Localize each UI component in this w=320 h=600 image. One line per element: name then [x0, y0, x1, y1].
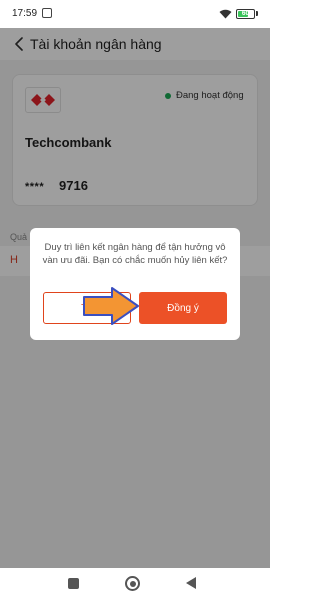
system-nav-bar	[0, 568, 270, 600]
dialog-message: Duy trì liên kết ngân hàng để tận hưởng …	[42, 242, 228, 266]
battery-cap	[256, 11, 258, 16]
pointer-arrow-icon	[83, 287, 139, 325]
notification-icon	[42, 8, 52, 18]
recent-apps-icon[interactable]	[68, 578, 79, 589]
status-time: 17:59	[12, 8, 38, 19]
back-triangle-icon[interactable]	[186, 577, 196, 589]
battery-level: 60	[241, 9, 250, 17]
home-icon[interactable]	[125, 576, 140, 591]
battery-icon: 60	[236, 8, 255, 19]
confirm-button[interactable]: Đồng ý	[139, 292, 227, 324]
wifi-icon	[219, 9, 232, 18]
status-icons: 60	[219, 8, 258, 19]
status-bar: 17:59 60	[0, 0, 270, 28]
